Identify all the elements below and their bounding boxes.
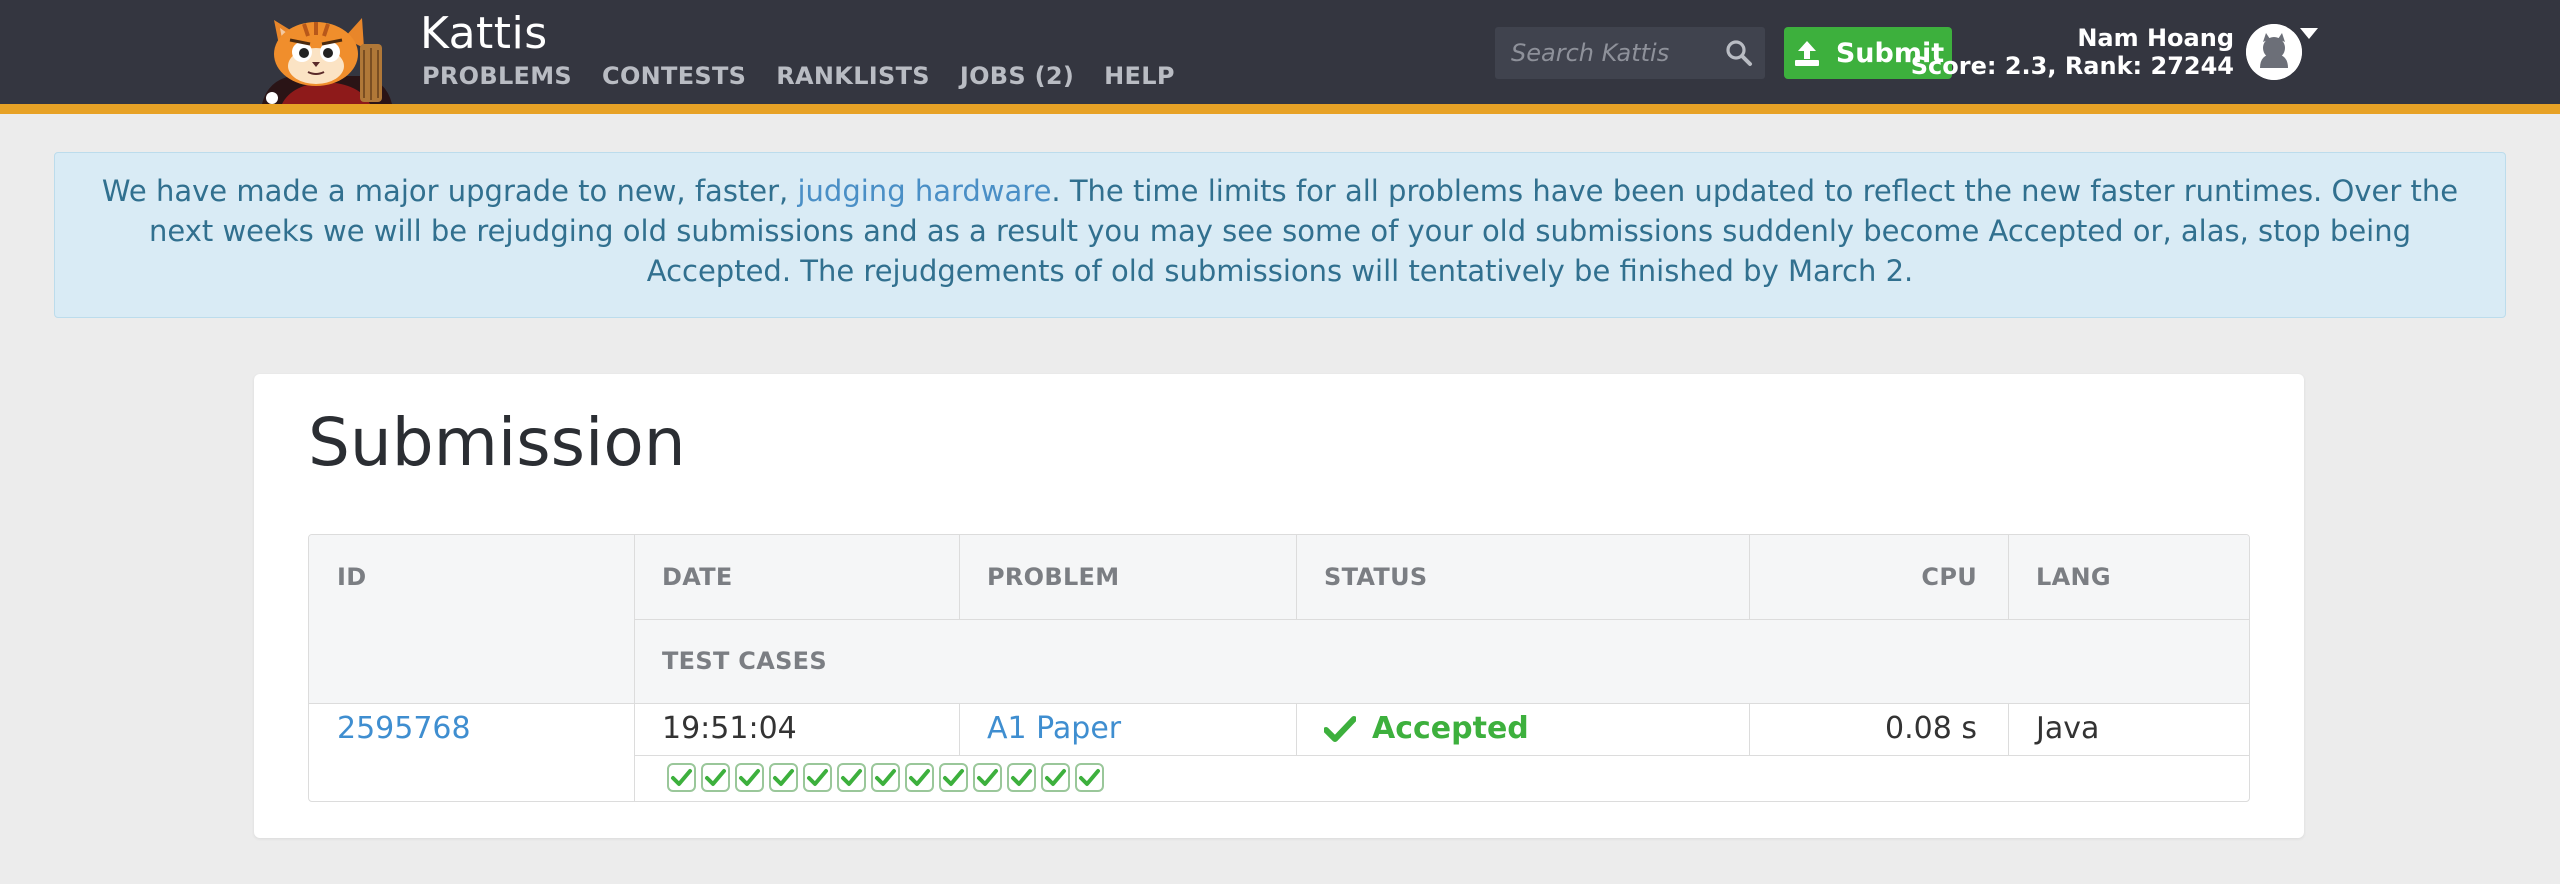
submission-table: ID DATE PROBLEM STATUS CPU LANG TEST CAS… xyxy=(308,534,2250,802)
checkmark-icon xyxy=(1079,769,1100,786)
checkmark-icon xyxy=(875,769,896,786)
user-name: Nam Hoang xyxy=(2077,24,2234,52)
cpu-time: 0.08 s xyxy=(1885,711,1977,746)
problem-link[interactable]: A1 Paper xyxy=(987,711,1121,746)
main-nav: PROBLEMS CONTESTS RANKLISTS JOBS (2) HEL… xyxy=(422,62,1175,90)
judging-hardware-link[interactable]: judging hardware xyxy=(798,174,1052,208)
col-header-id[interactable]: ID xyxy=(337,563,366,591)
test-case-passed[interactable] xyxy=(837,763,866,792)
checkmark-icon xyxy=(841,769,862,786)
col-header-cpu[interactable]: CPU xyxy=(1777,563,1977,591)
submission-card: Submission ID DATE PROBLEM STATUS CPU LA… xyxy=(254,374,2304,838)
checkmark-icon xyxy=(1011,769,1032,786)
divider xyxy=(2008,703,2009,755)
nav-contests[interactable]: CONTESTS xyxy=(602,62,746,90)
divider xyxy=(634,755,2249,756)
col-header-test-cases: TEST CASES xyxy=(662,647,827,675)
col-header-lang[interactable]: LANG xyxy=(2036,563,2111,591)
divider xyxy=(959,703,960,755)
upload-icon xyxy=(1794,41,1819,66)
user-score-rank: Score: 2.3, Rank: 27244 xyxy=(1910,52,2234,80)
test-cases-list xyxy=(667,763,1109,792)
avatar[interactable] xyxy=(2246,24,2302,80)
divider xyxy=(1296,535,1297,619)
test-case-passed[interactable] xyxy=(667,763,696,792)
rejudge-alert: We have made a major upgrade to new, fas… xyxy=(54,152,2506,318)
navbar-accent-stripe xyxy=(0,104,2560,114)
checkmark-icon xyxy=(773,769,794,786)
alert-text-before: We have made a major upgrade to new, fas… xyxy=(101,174,798,208)
divider xyxy=(1749,535,1750,619)
checkmark-icon xyxy=(705,769,726,786)
search-icon[interactable] xyxy=(1725,39,1753,67)
status-accepted: Accepted xyxy=(1372,711,1529,746)
test-case-passed[interactable] xyxy=(803,763,832,792)
language: Java xyxy=(2036,711,2100,746)
test-case-passed[interactable] xyxy=(735,763,764,792)
nav-jobs[interactable]: JOBS (2) xyxy=(960,62,1074,90)
checkmark-icon xyxy=(671,769,692,786)
id-header-extension xyxy=(309,619,634,703)
page-title: Submission xyxy=(308,404,686,481)
nav-problems[interactable]: PROBLEMS xyxy=(422,62,572,90)
test-case-passed[interactable] xyxy=(973,763,1002,792)
test-case-passed[interactable] xyxy=(905,763,934,792)
checkmark-icon xyxy=(1045,769,1066,786)
submission-date: 19:51:04 xyxy=(662,711,797,746)
test-case-passed[interactable] xyxy=(769,763,798,792)
col-header-date[interactable]: DATE xyxy=(662,563,733,591)
user-avatar-icon xyxy=(2246,24,2302,80)
brand-title[interactable]: Kattis xyxy=(420,8,548,59)
test-case-passed[interactable] xyxy=(701,763,730,792)
divider xyxy=(634,619,2249,620)
checkmark-icon xyxy=(977,769,998,786)
divider xyxy=(1749,703,1750,755)
col-header-status[interactable]: STATUS xyxy=(1324,563,1427,591)
checkmark-icon xyxy=(943,769,964,786)
divider xyxy=(1296,703,1297,755)
kattis-cat-logo[interactable] xyxy=(252,10,400,104)
submission-id-link[interactable]: 2595768 xyxy=(337,711,471,746)
search-input[interactable] xyxy=(1495,27,1715,79)
checkmark-icon xyxy=(739,769,760,786)
divider xyxy=(959,535,960,619)
checkmark-icon xyxy=(807,769,828,786)
divider xyxy=(2008,535,2009,619)
test-case-passed[interactable] xyxy=(1041,763,1070,792)
divider xyxy=(634,535,635,801)
nav-ranklists[interactable]: RANKLISTS xyxy=(776,62,930,90)
test-case-passed[interactable] xyxy=(939,763,968,792)
search-box xyxy=(1495,27,1765,79)
divider xyxy=(309,703,2249,704)
submission-status: Accepted xyxy=(1324,711,1529,746)
test-cases-header-row xyxy=(634,619,2249,703)
checkmark-icon xyxy=(909,769,930,786)
test-case-passed[interactable] xyxy=(871,763,900,792)
chevron-down-icon[interactable] xyxy=(2300,28,2318,39)
col-header-problem[interactable]: PROBLEM xyxy=(987,563,1119,591)
test-case-passed[interactable] xyxy=(1007,763,1036,792)
user-info[interactable]: Nam Hoang Score: 2.3, Rank: 27244 xyxy=(1911,24,2234,80)
checkmark-icon xyxy=(1324,715,1356,742)
nav-help[interactable]: HELP xyxy=(1104,62,1175,90)
test-case-passed[interactable] xyxy=(1075,763,1104,792)
